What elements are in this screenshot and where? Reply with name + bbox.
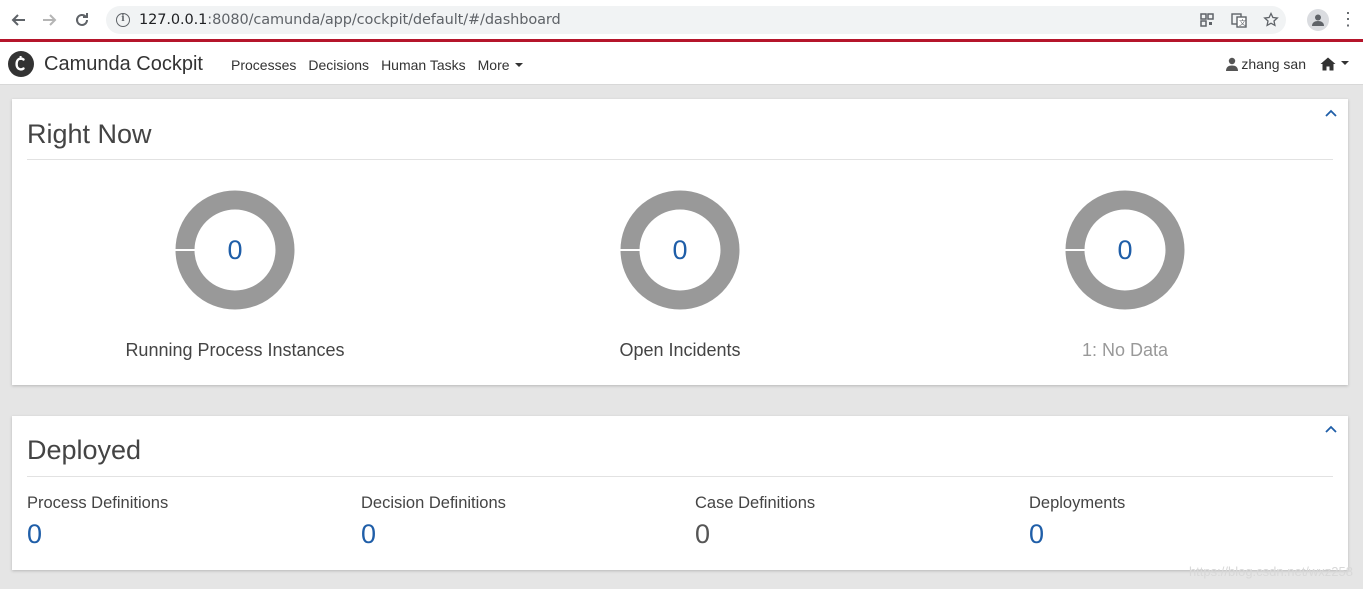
deployed-process-definitions: Process Definitions 0 [27,494,168,550]
metric-running-process-instances: 0 Running Process Instances [85,190,385,361]
metric-label: 1: No Data [1081,340,1169,360]
brand-name[interactable]: Camunda Cockpit [44,53,203,76]
back-button[interactable] [2,0,34,39]
app-header: Camunda Cockpit Processes Decisions Huma… [0,39,1363,85]
camunda-logo-icon[interactable] [8,51,34,77]
panel-title-right-now: Right Now [27,119,152,149]
donut-chart[interactable]: 0 [620,190,740,310]
right-now-panel: Right Now 0 Running Process Instances 0 … [12,99,1348,385]
metric-label: Open Incidents [619,340,741,360]
user-menu[interactable]: zhang san [1226,56,1306,72]
deployed-decision-definitions: Decision Definitions 0 [361,494,506,550]
forward-button[interactable] [34,0,66,39]
metric-label: Running Process Instances [125,340,345,360]
home-icon [1320,57,1336,71]
metric-open-incidents: 0 Open Incidents [530,190,830,361]
home-menu[interactable] [1320,57,1349,71]
deploy-value-link[interactable]: 0 [1029,519,1125,550]
nav-decisions[interactable]: Decisions [308,57,369,73]
nav-more[interactable]: More [478,57,523,73]
deploy-label: Process Definitions [27,494,169,512]
nav-more-label: More [477,57,510,73]
donut-chart[interactable]: 0 [1065,190,1185,310]
person-icon [1312,14,1324,26]
bookmark-star-icon[interactable] [1262,11,1280,29]
deploy-label: Decision Definitions [361,494,506,512]
profile-avatar[interactable] [1307,8,1329,31]
user-name: zhang san [1241,56,1306,72]
translate-icon[interactable]: 文 [1230,11,1248,29]
chevron-up-icon[interactable] [1324,107,1338,121]
reload-button[interactable] [66,0,98,39]
browser-menu-icon[interactable]: ⋮ [1339,9,1357,30]
arrow-right-icon [43,13,57,26]
chevron-up-icon[interactable] [1324,423,1338,437]
caret-down-icon [514,63,523,68]
browser-toolbar: i 127.0.0.1:8080/camunda/app/cockpit/def… [0,0,1363,39]
deploy-label: Deployments [1029,494,1126,512]
deployed-case-definitions: Case Definitions 0 [695,494,815,550]
address-bar[interactable]: i 127.0.0.1:8080/camunda/app/cockpit/def… [106,6,1286,34]
donut-chart[interactable]: 0 [175,190,295,310]
info-icon[interactable]: i [116,13,130,27]
arrow-left-icon [11,13,25,26]
deployed-deployments: Deployments 0 [1029,494,1125,550]
nav-human-tasks[interactable]: Human Tasks [381,57,466,73]
panel-title-deployed: Deployed [27,435,142,465]
deploy-value-link[interactable]: 0 [361,519,506,550]
donut-value[interactable]: 0 [175,190,295,310]
deploy-label: Case Definitions [695,494,816,512]
qr-code-icon[interactable] [1198,11,1216,29]
svg-text:文: 文 [1239,18,1246,27]
url-host: 127.0.0.1 [139,12,208,28]
metric-no-data: 0 1: No Data [975,190,1275,361]
main-nav: Processes Decisions Human Tasks More [231,57,523,73]
donut-value[interactable]: 0 [620,190,740,310]
url-path: :8080/camunda/app/cockpit/default/#/dash… [207,12,561,28]
caret-down-icon [1341,61,1349,65]
panel-divider [27,159,1333,160]
watermark-text: https://blog.csdn.net/wxz258 [1188,564,1353,579]
reload-icon [76,12,88,26]
panel-divider [27,476,1333,477]
donut-value[interactable]: 0 [1065,190,1185,310]
deploy-value: 0 [695,519,711,549]
user-icon [1226,57,1239,71]
deployed-panel: Deployed Process Definitions 0 Decision … [12,416,1348,570]
nav-processes[interactable]: Processes [231,57,296,73]
url-text[interactable]: 127.0.0.1:8080/camunda/app/cockpit/defau… [139,12,561,28]
deploy-value-link[interactable]: 0 [27,519,168,550]
